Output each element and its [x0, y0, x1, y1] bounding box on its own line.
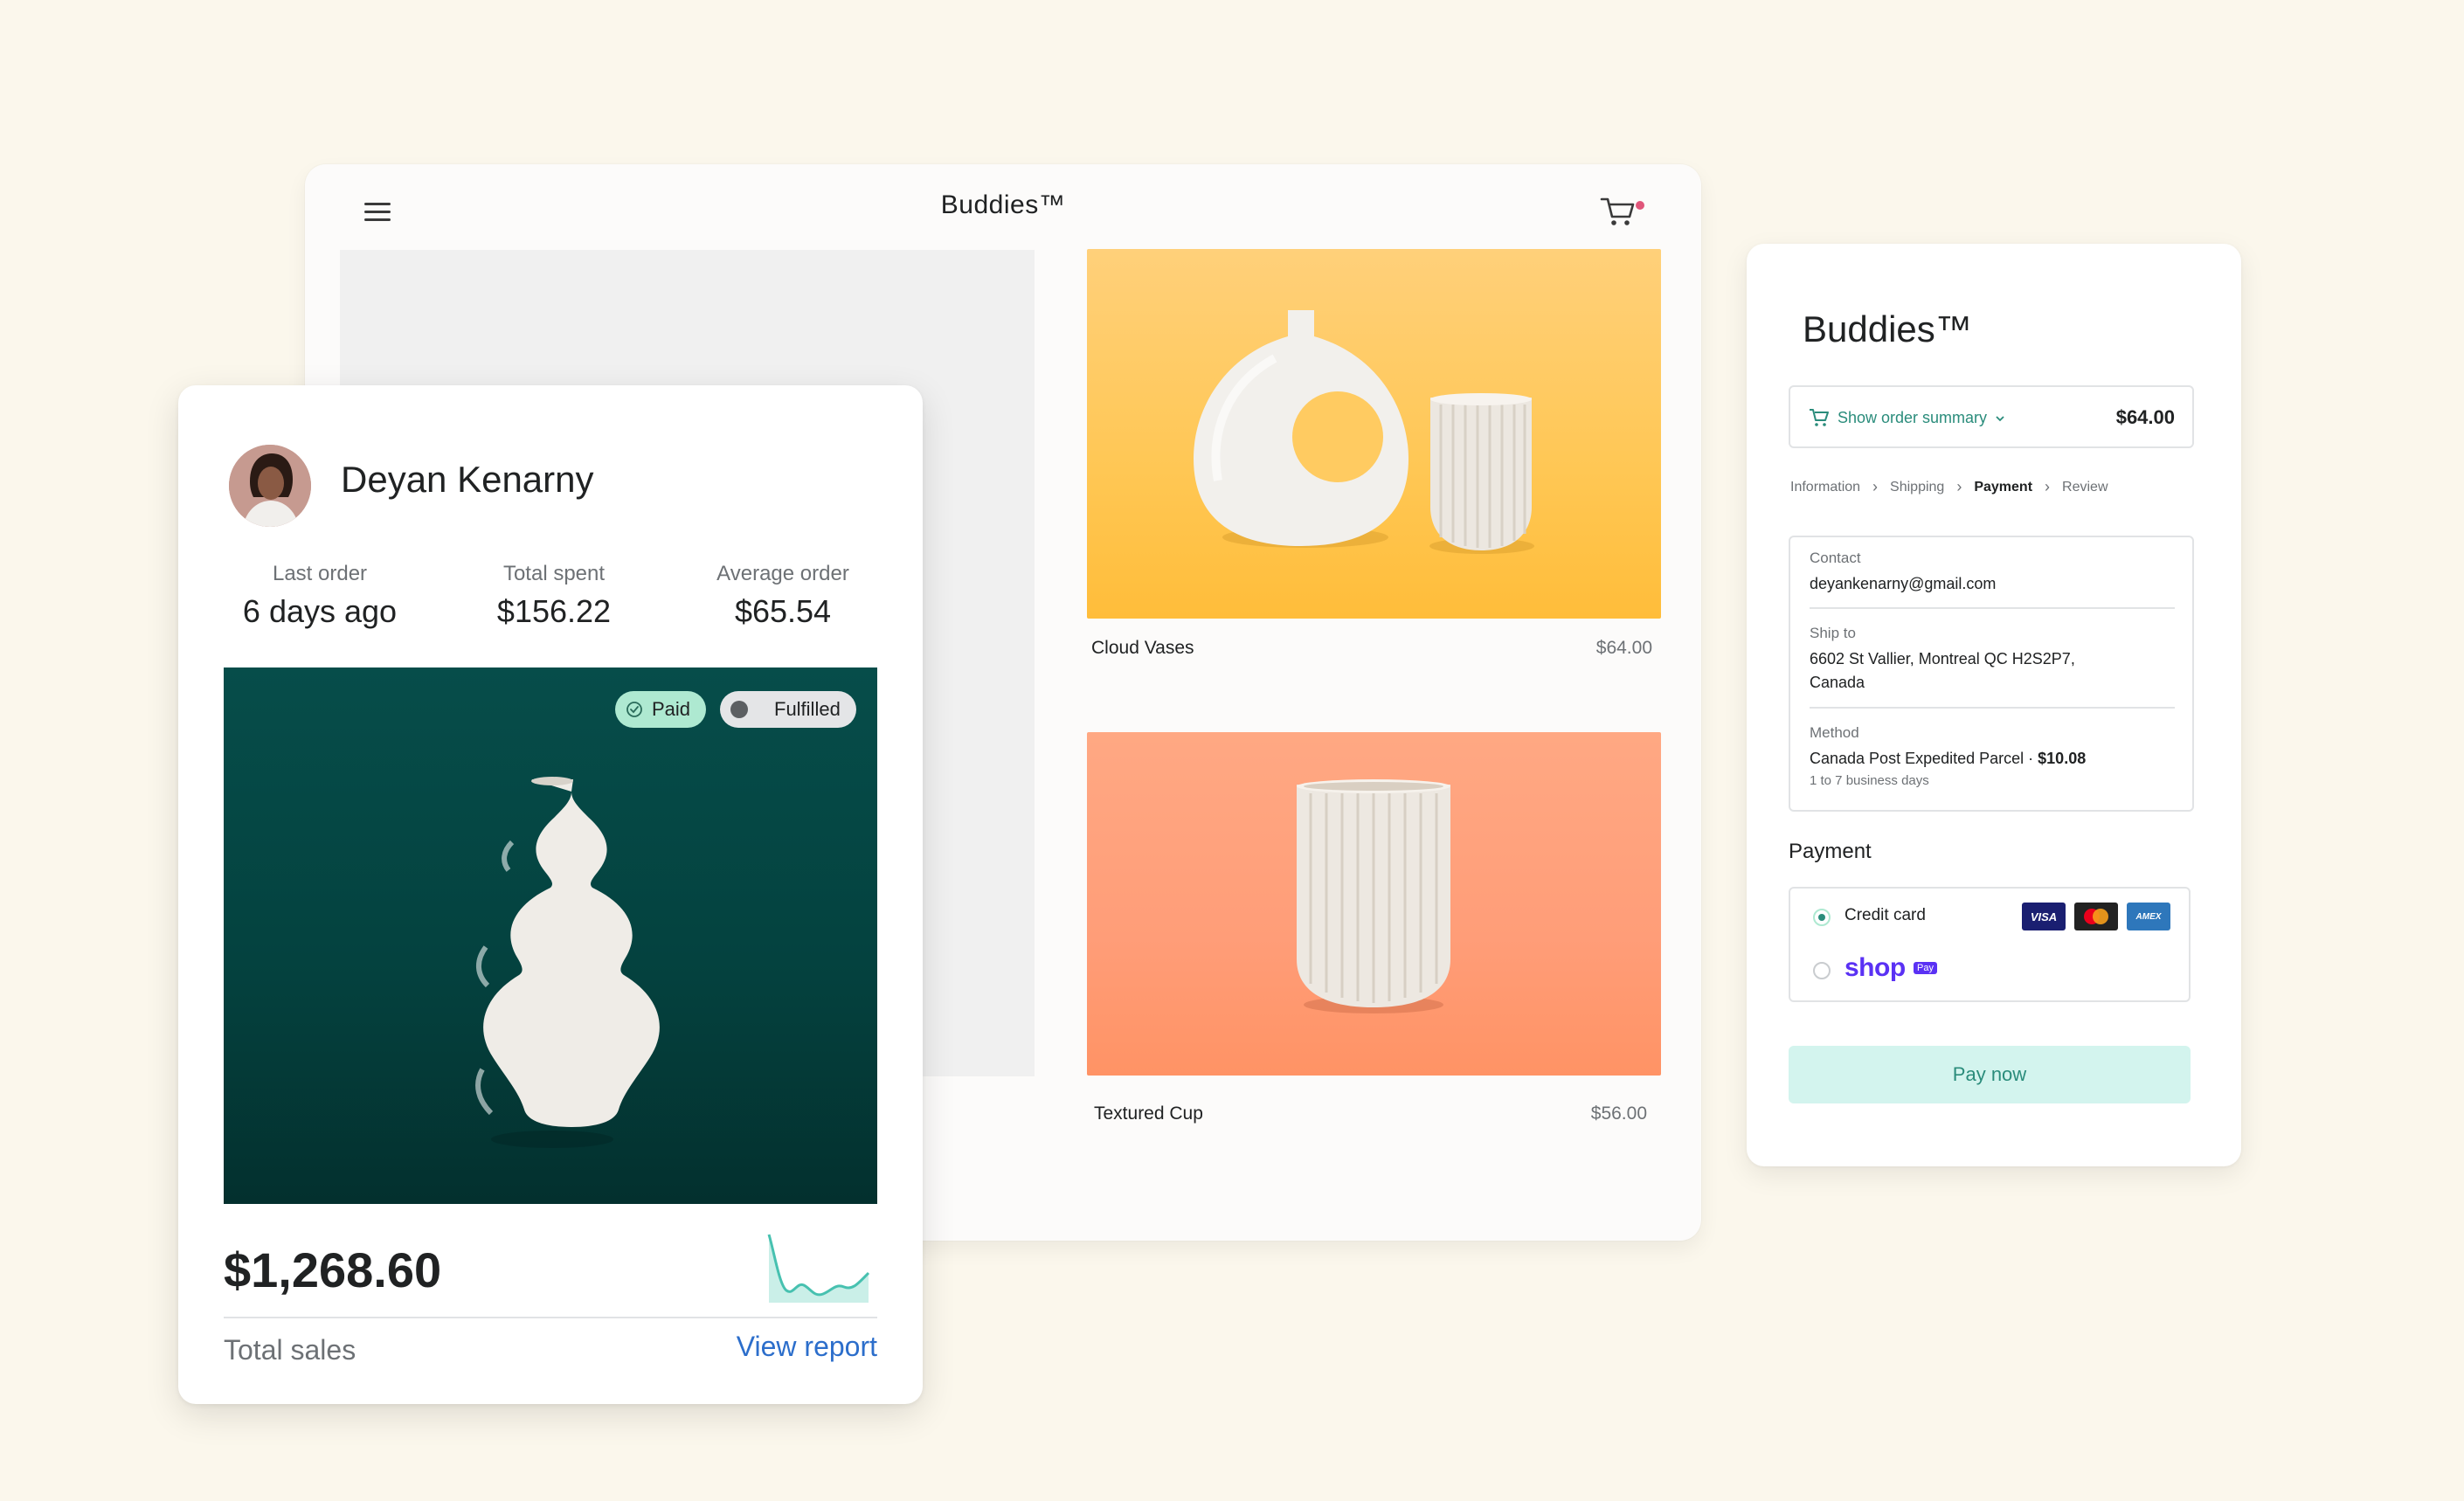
product-name[interactable]: Textured Cup [1094, 1103, 1203, 1124]
product-price: $56.00 [1590, 1103, 1647, 1124]
paid-badge: Paid [615, 691, 707, 728]
order-product-image: Paid Fulfilled [224, 667, 877, 1204]
chevron-right-icon: › [1956, 478, 1962, 495]
fulfilled-badge-label: Fulfilled [774, 698, 841, 720]
stat-label: Average order [716, 562, 849, 585]
stat-total-spent: Total spent $156.22 [440, 562, 668, 630]
view-report-link[interactable]: View report [668, 1331, 877, 1363]
chevron-right-icon: › [2045, 478, 2051, 495]
fulfilled-badge: Fulfilled [720, 691, 856, 728]
divider [1810, 607, 2175, 609]
stat-label: Last order [272, 562, 368, 585]
status-dot-icon [730, 701, 748, 718]
pay-now-button[interactable]: Pay now [1789, 1046, 2191, 1103]
mastercard-logo-icon [2074, 903, 2118, 930]
chevron-down-icon [1996, 416, 2004, 422]
customer-name: Deyan Kenarny [341, 459, 594, 500]
stat-value: $65.54 [734, 593, 832, 629]
shop-pay-tag: Pay [1914, 962, 1937, 974]
ship-to-label: Ship to [1810, 625, 1856, 641]
visa-logo-icon: VISA [2022, 903, 2066, 930]
order-summary-toggle[interactable]: Show order summary $64.00 [1789, 385, 2194, 448]
product-image-cloud-vases[interactable] [1087, 249, 1661, 619]
customer-card: Deyan Kenarny Last order 6 days ago Tota… [178, 385, 923, 1404]
check-circle-icon [626, 702, 642, 717]
total-sales-value: $1,268.60 [224, 1242, 442, 1297]
product-price: $64.00 [1595, 638, 1652, 658]
contact-label: Contact [1810, 550, 1861, 566]
payment-methods: Credit card VISA AMEX shop Pay [1789, 887, 2191, 1002]
stat-value: $156.22 [496, 593, 612, 629]
product-name[interactable]: Cloud Vases [1091, 638, 1194, 659]
stat-value: 6 days ago [242, 593, 398, 629]
divider [224, 1317, 877, 1318]
avatar [229, 445, 311, 527]
stat-average-order: Average order $65.54 [669, 562, 896, 630]
store-title: Buddies™ [940, 190, 1066, 219]
method-note: 1 to 7 business days [1810, 773, 1929, 788]
breadcrumb-payment: Payment [1974, 479, 2033, 495]
cart-notification-dot [1636, 201, 1644, 210]
breadcrumb-review: Review [2062, 479, 2108, 495]
stat-last-order: Last order 6 days ago [206, 562, 433, 630]
stat-label: Total spent [502, 562, 606, 585]
checkout-store-title: Buddies™ [1803, 308, 1972, 349]
shop-pay-radio[interactable] [1813, 962, 1831, 979]
cart-icon [1810, 409, 1829, 426]
ship-to-value: 6602 St Vallier, Montreal QC H2S2P7, Can… [1810, 650, 2075, 691]
show-order-summary-label: Show order summary [1838, 409, 2005, 427]
breadcrumb-information[interactable]: Information [1790, 480, 1860, 495]
product-image-textured-cup[interactable] [1087, 732, 1661, 1076]
method-price: $10.08 [2038, 750, 2087, 767]
method-name: Canada Post Expedited Parcel · [1810, 750, 2038, 767]
divider [1810, 707, 2175, 709]
payment-heading: Payment [1789, 840, 1872, 863]
chevron-right-icon: › [1872, 478, 1879, 495]
paid-badge-label: Paid [652, 698, 691, 720]
summary-label-text: Show order summary [1838, 409, 1988, 426]
order-summary-total: $64.00 [2115, 406, 2175, 428]
method-value: Canada Post Expedited Parcel · $10.08 [1810, 747, 2177, 771]
review-info-box: Contact deyankenarny@gmail.com Ship to 6… [1789, 536, 2194, 812]
shop-pay-logo[interactable]: shop [1845, 953, 1906, 983]
method-label: Method [1810, 724, 1859, 741]
breadcrumb: Information › Shipping › Payment › Revie… [1790, 478, 2108, 496]
credit-card-label[interactable]: Credit card [1845, 906, 1926, 925]
checkout-card: Buddies™ Show order summary $64.00 Infor… [1747, 244, 2241, 1166]
sales-sparkline [767, 1234, 870, 1303]
amex-logo-icon: AMEX [2127, 903, 2170, 930]
cart-icon[interactable] [1598, 192, 1651, 232]
credit-card-radio[interactable] [1813, 909, 1831, 926]
breadcrumb-shipping[interactable]: Shipping [1890, 480, 1944, 495]
total-sales-label: Total sales [224, 1334, 356, 1366]
contact-value: deyankenarny@gmail.com [1810, 575, 1997, 592]
